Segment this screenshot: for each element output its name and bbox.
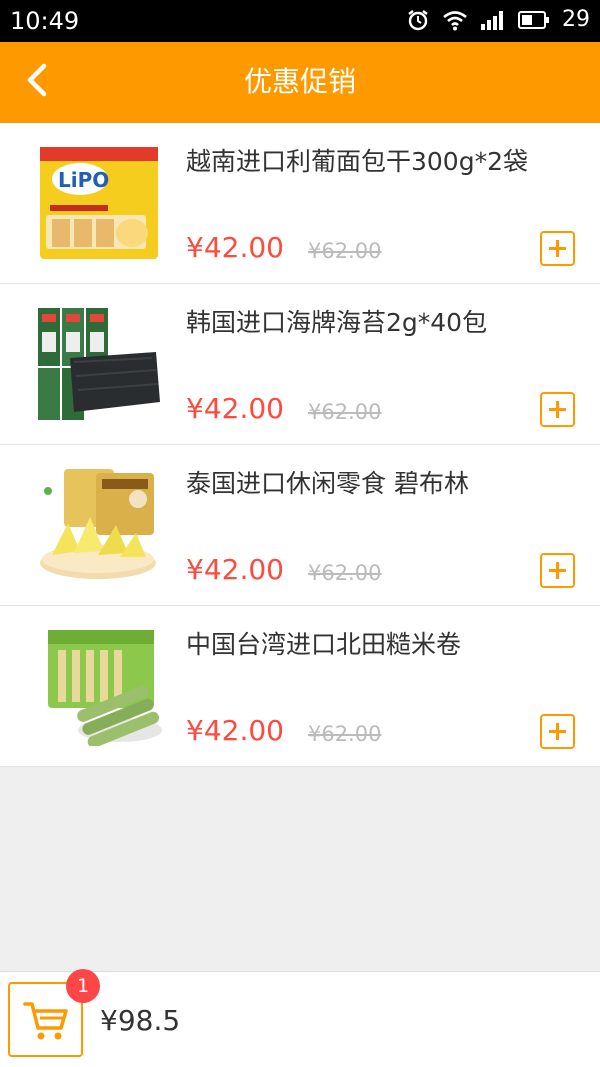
product-price: ¥42.00	[186, 553, 284, 586]
alarm-icon	[408, 10, 428, 31]
header-bar: 优惠促销	[0, 42, 600, 123]
product-title: 中国台湾进口北田糙米卷	[186, 630, 462, 659]
signal-icon	[481, 11, 503, 30]
battery-percent: 29	[562, 7, 590, 32]
svg-text:LiPO: LiPO	[58, 168, 109, 192]
cart-count-badge: 1	[66, 969, 100, 1003]
product-original-price: ¥62.00	[308, 722, 382, 746]
product-price: ¥42.00	[186, 714, 284, 747]
product-price: ¥42.00	[186, 392, 284, 425]
product-image-lipo: LiPO	[40, 147, 158, 259]
page-title: 优惠促销	[243, 65, 356, 98]
product-original-price: ¥62.00	[308, 400, 382, 424]
plus-icon	[549, 723, 566, 740]
product-item[interactable]: 泰国进口休闲零食 碧布林 ¥42.00 ¥62.00	[0, 445, 600, 606]
product-list: LiPO 越南进口利葡面包干300g*2袋 ¥42.00 ¥62.00 韩国进口…	[0, 123, 600, 767]
plus-icon	[549, 562, 566, 579]
cart-total: ¥98.5	[100, 1004, 181, 1037]
product-original-price: ¥62.00	[308, 239, 382, 263]
status-icons: 29	[406, 6, 590, 34]
product-image-seaweed	[38, 308, 160, 420]
status-bar: 10:49 29	[0, 0, 600, 42]
status-time: 10:49	[10, 7, 80, 35]
battery-icon	[518, 11, 549, 29]
product-title: 韩国进口海牌海苔2g*40包	[186, 308, 488, 337]
add-to-cart-button[interactable]	[540, 553, 575, 588]
product-original-price: ¥62.00	[308, 561, 382, 585]
product-item[interactable]: 中国台湾进口北田糙米卷 ¥42.00 ¥62.00	[0, 606, 600, 767]
cart-bar: 1 ¥98.5	[0, 969, 600, 1067]
plus-icon	[549, 401, 566, 418]
product-image-rice-rolls	[48, 630, 162, 746]
shopping-cart-icon	[23, 1002, 68, 1040]
product-title: 越南进口利葡面包干300g*2袋	[186, 147, 528, 176]
product-price: ¥42.00	[186, 231, 284, 264]
plus-icon	[549, 240, 566, 257]
product-item[interactable]: LiPO 越南进口利葡面包干300g*2袋 ¥42.00 ¥62.00	[0, 123, 600, 284]
product-title: 泰国进口休闲零食 碧布林	[186, 469, 469, 498]
product-item[interactable]: 韩国进口海牌海苔2g*40包 ¥42.00 ¥62.00	[0, 284, 600, 445]
add-to-cart-button[interactable]	[540, 231, 575, 266]
product-image-durian	[40, 469, 156, 579]
wifi-icon	[443, 11, 467, 31]
add-to-cart-button[interactable]	[540, 392, 575, 427]
add-to-cart-button[interactable]	[540, 714, 575, 749]
